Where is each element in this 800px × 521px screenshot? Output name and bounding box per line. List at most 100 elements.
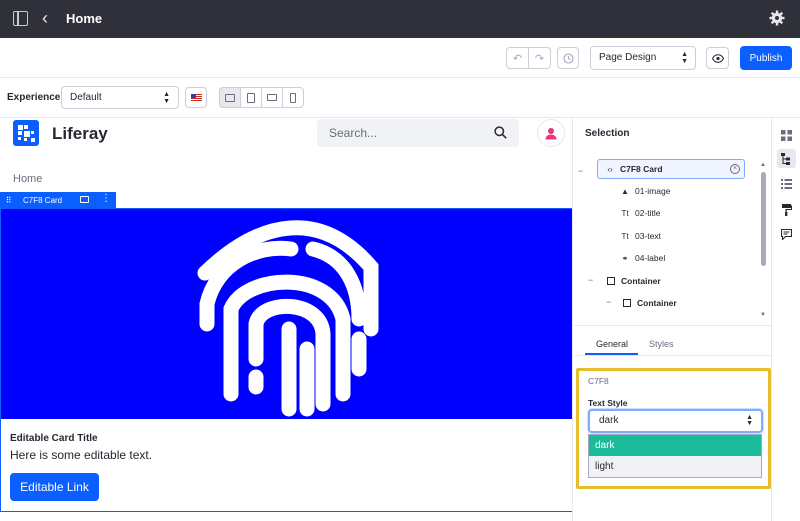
tree-item-title[interactable]: Tt 02-title (619, 204, 660, 222)
user-icon (545, 127, 557, 139)
preview-button[interactable] (706, 47, 729, 69)
close-icon[interactable]: × (730, 164, 740, 174)
history-clock-icon (562, 52, 574, 64)
sidebar-rail (771, 118, 800, 521)
redo-icon: ↷ (534, 52, 545, 65)
card-image[interactable] (1, 209, 572, 419)
card-link-button[interactable]: Editable Link (10, 473, 99, 501)
top-bar: ‹ Home (0, 0, 800, 38)
experience-bar: Experience Default ▲ ▼ (0, 78, 800, 118)
tree-item-label: Container (621, 276, 661, 286)
selection-panel: Selection − ‹› C7F8 Card × ▲ 01-image Tt 0… (574, 118, 771, 521)
experience-select-value: Default (70, 92, 102, 103)
more-options-icon[interactable]: ⋮ (101, 193, 111, 205)
search-input[interactable]: Search... (317, 119, 519, 147)
tablet-portrait-view-button[interactable] (261, 87, 283, 108)
gear-icon[interactable] (769, 10, 785, 26)
browser-button[interactable] (777, 149, 796, 168)
look-and-feel-button[interactable] (777, 200, 796, 219)
card-text[interactable]: Here is some editable text. (10, 448, 152, 462)
code-icon: ‹› (607, 164, 613, 174)
select-arrows-icon: ▲ ▼ (163, 91, 170, 105)
text-style-value: dark (599, 415, 619, 426)
option-dark[interactable]: dark (589, 435, 761, 456)
comment-icon[interactable] (80, 196, 89, 203)
list-icon (781, 178, 792, 189)
us-flag-icon (190, 94, 202, 101)
fragment-topper[interactable]: ⠿ C7F8 Card ⋮ (0, 192, 116, 208)
text-style-options: dark light (588, 434, 762, 478)
paint-roller-icon (781, 203, 792, 216)
tree-item-label: Container (637, 298, 677, 308)
hierarchy-icon (781, 152, 790, 165)
search-placeholder: Search... (329, 126, 378, 140)
mode-select[interactable]: Page Design ▲ ▼ (590, 46, 696, 70)
undo-button[interactable]: ↶ (506, 47, 529, 69)
grid-icon (781, 130, 792, 141)
active-tab-indicator (585, 353, 638, 355)
back-chevron-icon[interactable]: ‹ (42, 9, 48, 27)
breadcrumb[interactable]: Home (13, 173, 42, 185)
option-light[interactable]: light (589, 456, 761, 477)
tree-collapse-icon[interactable]: − (606, 297, 611, 307)
comments-button[interactable] (777, 225, 796, 244)
experience-label: Experience (7, 92, 61, 103)
page-structure-button[interactable] (777, 174, 796, 193)
fragment-label: C7F8 Card (23, 195, 63, 205)
link-icon: ⚭ (621, 253, 629, 263)
eye-icon (711, 53, 724, 63)
tablet-landscape-view-button[interactable] (240, 87, 262, 108)
panel-title: Selection (585, 128, 630, 139)
publish-button[interactable]: Publish (740, 46, 792, 70)
page-structure-tree: − ‹› C7F8 Card × ▲ 01-image Tt 02-title Tt… (574, 158, 760, 322)
language-selector[interactable] (185, 87, 207, 108)
fragments-button[interactable] (777, 126, 796, 145)
select-arrows-icon: ▲ ▼ (746, 414, 753, 427)
fingerprint-icon (197, 220, 379, 417)
scroll-up-icon[interactable]: ▲ (760, 162, 766, 168)
text-icon: Tt (621, 208, 629, 218)
tablet-icon (247, 92, 255, 103)
fragment-config-name: C7F8 (588, 376, 609, 386)
tree-item-image[interactable]: ▲ 01-image (619, 182, 670, 200)
tree-item-label: C7F8 Card (620, 164, 663, 174)
text-style-select[interactable]: dark ▲ ▼ (588, 409, 763, 433)
tree-item-container[interactable]: − Container (588, 272, 661, 290)
page-title: Home (66, 11, 103, 26)
desktop-icon (225, 93, 235, 102)
device-switcher (219, 87, 304, 108)
tree-scrollbar[interactable]: ▲ ▼ (760, 162, 766, 320)
tablet-landscape-icon (267, 94, 277, 101)
mobile-view-button[interactable] (282, 87, 304, 108)
tree-item-label[interactable]: ⚭ 04-label (619, 249, 666, 267)
container-icon (607, 277, 615, 285)
tree-item-text[interactable]: Tt 03-text (619, 227, 661, 245)
mode-select-value: Page Design (599, 52, 657, 63)
tab-general[interactable]: General (596, 339, 628, 349)
user-avatar[interactable] (537, 119, 565, 147)
sidebar-toggle-icon[interactable] (13, 11, 28, 26)
text-icon: Tt (621, 231, 629, 241)
tree-item-card[interactable]: ‹› C7F8 Card × (597, 159, 745, 179)
tree-item-label: 01-image (635, 186, 671, 196)
tree-collapse-icon[interactable]: − (588, 275, 593, 285)
card-fragment[interactable]: Editable Card Title Here is some editabl… (0, 208, 572, 512)
search-icon[interactable] (494, 126, 507, 139)
desktop-view-button[interactable] (219, 87, 241, 108)
select-arrows-icon: ▲ ▼ (681, 51, 688, 65)
site-name: Liferay (52, 124, 108, 143)
history-button[interactable] (557, 47, 579, 69)
card-title[interactable]: Editable Card Title (10, 433, 98, 444)
mobile-icon (290, 92, 296, 103)
divider (574, 325, 771, 326)
experience-select[interactable]: Default ▲ ▼ (61, 86, 179, 109)
configuration-highlight: C7F8 Text Style dark ▲ ▼ dark light (576, 368, 771, 489)
container-icon (623, 299, 631, 307)
tree-item-inner-container[interactable]: − Container (606, 294, 677, 312)
config-tabs: General Styles (574, 336, 771, 356)
scroll-down-icon[interactable]: ▼ (760, 312, 766, 318)
drag-handle-icon[interactable]: ⠿ (0, 196, 16, 205)
redo-button[interactable]: ↷ (528, 47, 551, 69)
scrollbar-thumb[interactable] (761, 172, 766, 266)
tab-styles[interactable]: Styles (649, 339, 674, 349)
